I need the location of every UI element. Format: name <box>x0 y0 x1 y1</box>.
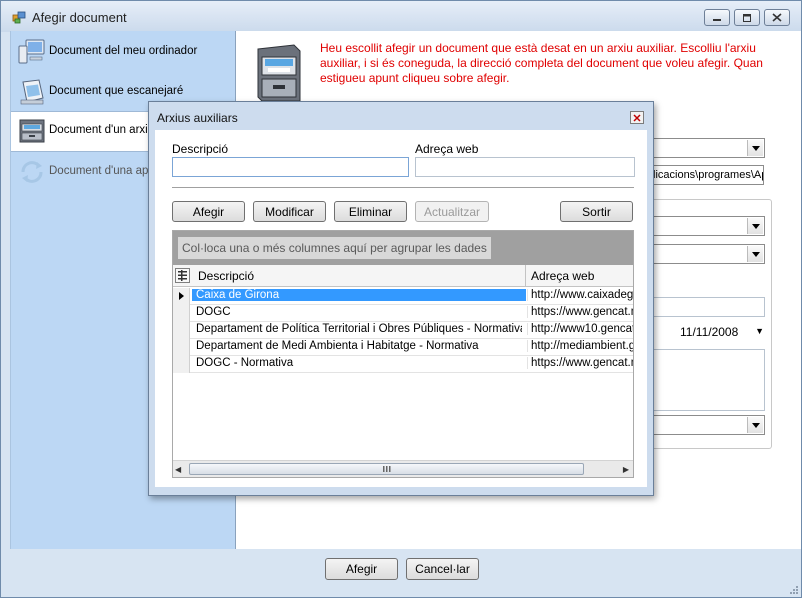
nav-item-label: Document d'un arxiu <box>49 124 155 136</box>
date-value: 11/11/2008 <box>680 325 739 339</box>
close-window-button[interactable] <box>764 9 790 26</box>
description-label: Descripció <box>172 142 229 156</box>
nav-item-my-computer[interactable]: Document del meu ordinador <box>11 33 236 71</box>
dialog-close-button[interactable] <box>630 111 644 124</box>
refresh-button: Actualitzar <box>415 201 489 222</box>
add-document-button[interactable]: Afegir <box>325 558 398 580</box>
url-input[interactable] <box>415 157 635 177</box>
add-button[interactable]: Afegir <box>172 201 245 222</box>
column-header-url[interactable]: Adreça web <box>531 269 594 283</box>
minimize-button[interactable] <box>704 9 730 26</box>
cell-url[interactable]: https://www.gencat.n <box>527 306 633 318</box>
document-path-field[interactable]: licacions\programes\Ap <box>650 165 764 185</box>
category-combo[interactable] <box>650 244 765 264</box>
chevron-down-icon[interactable]: ▼ <box>755 326 764 336</box>
cell-url[interactable]: https://www.gencat.n <box>527 357 633 369</box>
cell-url[interactable]: http://mediambient.ge <box>527 340 633 352</box>
row-selector[interactable] <box>173 322 190 339</box>
type-combo[interactable] <box>650 216 765 236</box>
grip-icon <box>382 466 390 472</box>
auxiliary-files-grid: Col·loca una o més columnes aquí per agr… <box>172 230 634 478</box>
group-by-panel[interactable]: Col·loca una o més columnes aquí per agr… <box>173 231 633 265</box>
scroll-right-icon[interactable]: ▶ <box>623 465 629 474</box>
close-icon <box>633 113 641 122</box>
title-bar[interactable]: Afegir document <box>1 1 801 32</box>
maximize-button[interactable] <box>734 9 760 26</box>
computer-icon <box>18 39 45 64</box>
cell-description[interactable]: DOGC <box>196 306 522 318</box>
table-row[interactable]: DOGC https://www.gencat.n <box>173 305 633 322</box>
nav-item-label: Document del meu ordinador <box>49 45 198 57</box>
scanner-icon <box>20 79 44 105</box>
column-chooser-icon[interactable] <box>175 268 190 283</box>
separator <box>172 187 634 189</box>
table-row[interactable]: Caixa de Girona http://www.caixadegi <box>173 288 633 305</box>
row-selector[interactable] <box>173 305 190 322</box>
cell-description[interactable]: Caixa de Girona <box>192 289 526 301</box>
cancel-button[interactable]: Cancel·lar <box>406 558 479 580</box>
scroll-left-icon[interactable]: ◀ <box>175 465 181 474</box>
cell-url[interactable]: http://www.caixadegi <box>527 289 633 301</box>
location-combo[interactable] <box>650 415 765 435</box>
nav-item-label: Document que escanejaré <box>49 85 184 97</box>
grid-header: Descripció Adreça web <box>173 265 633 287</box>
date-picker[interactable]: 11/11/2008 ▼ <box>676 322 766 342</box>
window-title: Afegir document <box>32 10 127 25</box>
chevron-down-icon[interactable] <box>747 417 763 433</box>
auxiliary-files-dialog: Arxius auxiliars Descripció Adreça web A… <box>148 101 654 496</box>
maximize-icon <box>743 13 751 22</box>
delete-button[interactable]: Eliminar <box>334 201 407 222</box>
cell-description[interactable]: Departament de Política Territorial i Ob… <box>196 323 522 335</box>
dialog-body: Descripció Adreça web Afegir Modificar E… <box>155 130 647 487</box>
horizontal-scrollbar[interactable]: ◀ ▶ <box>173 460 633 477</box>
chevron-down-icon[interactable] <box>747 246 763 262</box>
name-field[interactable] <box>650 297 765 317</box>
description-input[interactable] <box>172 157 409 177</box>
scroll-thumb[interactable] <box>189 463 584 475</box>
file-cabinet-large-icon <box>257 44 301 102</box>
info-text: Heu escollit afegir un document que està… <box>320 41 763 85</box>
chevron-down-icon[interactable] <box>747 140 763 156</box>
minimize-icon <box>713 18 721 21</box>
sync-icon <box>21 161 43 183</box>
row-selector[interactable] <box>173 288 190 305</box>
table-row[interactable]: Departament de Política Territorial i Ob… <box>173 322 633 339</box>
url-label: Adreça web <box>415 142 479 156</box>
bottom-bar: Afegir Cancel·lar <box>10 549 801 597</box>
resize-grip-icon[interactable] <box>789 585 799 595</box>
dialog-title: Arxius auxiliars <box>157 111 238 125</box>
close-icon <box>772 13 782 22</box>
column-divider[interactable] <box>525 265 526 287</box>
column-header-description[interactable]: Descripció <box>198 269 254 283</box>
row-selector[interactable] <box>173 356 190 373</box>
group-by-hint: Col·loca una o més columnes aquí per agr… <box>178 237 491 259</box>
chevron-down-icon[interactable] <box>747 218 763 234</box>
cell-description[interactable]: DOGC - Normativa <box>196 357 522 369</box>
table-row[interactable]: Departament de Medi Ambienta i Habitatge… <box>173 339 633 356</box>
notes-field[interactable] <box>650 349 765 411</box>
modify-button[interactable]: Modificar <box>253 201 326 222</box>
row-pointer-icon <box>179 292 184 300</box>
file-cabinet-icon <box>19 119 45 143</box>
cell-url[interactable]: http://www10.gencat. <box>527 323 633 335</box>
app-icon <box>12 11 26 24</box>
exit-button[interactable]: Sortir <box>560 201 633 222</box>
row-selector[interactable] <box>173 339 190 356</box>
table-row[interactable]: DOGC - Normativa https://www.gencat.n <box>173 356 633 373</box>
cell-description[interactable]: Departament de Medi Ambienta i Habitatge… <box>196 340 522 352</box>
auxiliary-file-combo[interactable] <box>650 138 765 158</box>
nav-item-label: Document d'una apli <box>49 165 154 177</box>
